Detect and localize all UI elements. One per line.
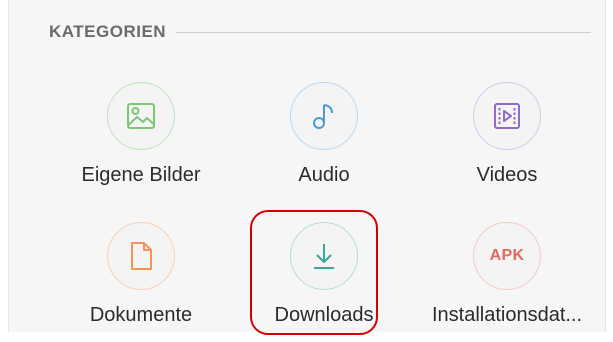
category-installationsdateien[interactable]: APK Installationsdat...	[417, 222, 597, 342]
image-icon	[127, 103, 155, 129]
category-label: Dokumente	[89, 304, 193, 326]
section-header: KATEGORIEN	[49, 20, 591, 44]
category-label: Audio	[298, 164, 350, 186]
category-audio[interactable]: Audio	[234, 82, 414, 202]
category-dokumente[interactable]: Dokumente	[51, 222, 231, 342]
image-icon-badge	[107, 82, 175, 150]
category-eigene-bilder[interactable]: Eigene Bilder	[51, 82, 231, 202]
category-label: Videos	[476, 164, 538, 186]
section-divider	[176, 31, 591, 33]
document-icon-badge	[107, 222, 175, 290]
section-title: KATEGORIEN	[49, 22, 167, 41]
download-icon	[314, 244, 334, 269]
music-note-icon	[313, 104, 333, 129]
video-icon	[494, 103, 520, 129]
category-label: Downloads	[274, 304, 374, 326]
document-icon	[131, 242, 152, 270]
apk-icon: APK	[489, 247, 525, 264]
apk-icon-badge: APK	[473, 222, 541, 290]
category-videos[interactable]: Videos	[417, 82, 597, 202]
music-icon-badge	[290, 82, 358, 150]
categories-panel: KATEGORIEN Eigene Bilder Audio Videos Do…	[8, 0, 606, 332]
category-label: Eigene Bilder	[81, 164, 201, 186]
video-icon-badge	[473, 82, 541, 150]
category-downloads[interactable]: Downloads	[234, 222, 414, 342]
category-label: Installationsdat...	[431, 304, 583, 326]
download-icon-badge	[290, 222, 358, 290]
